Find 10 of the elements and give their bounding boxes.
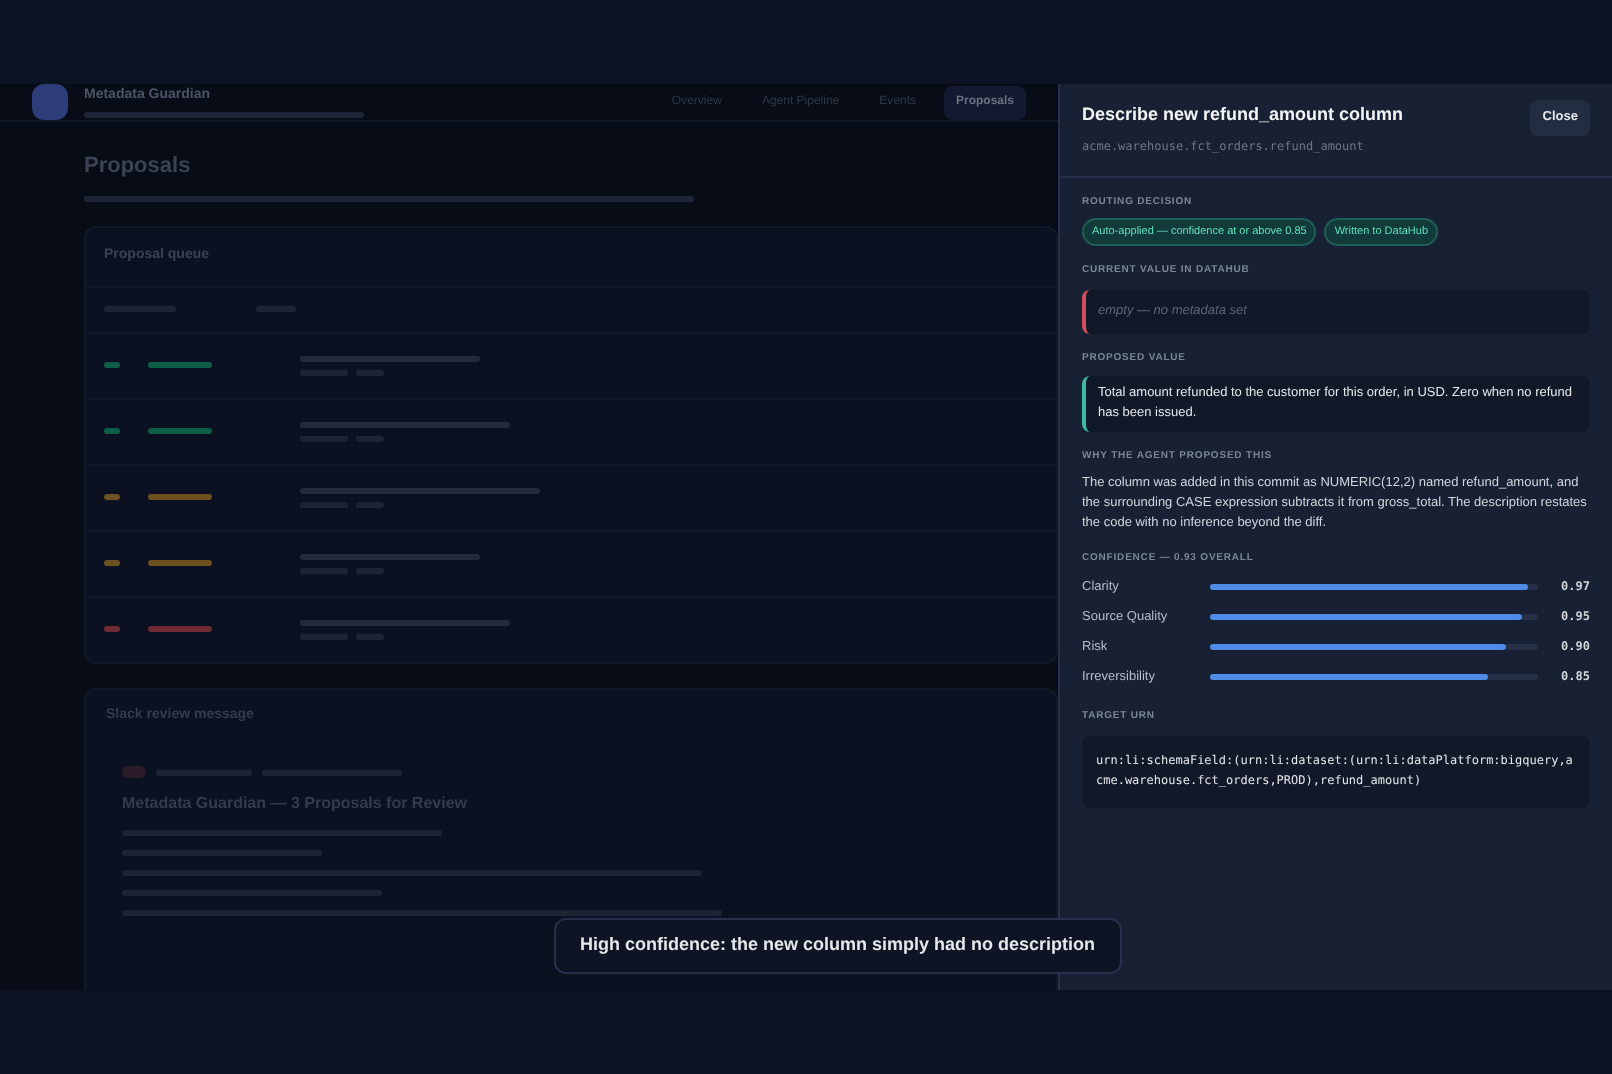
tooltip: High confidence: the new column simply had no description xyxy=(554,918,1122,973)
app-logo-icon xyxy=(32,84,68,120)
score-bar xyxy=(148,494,212,500)
score-bar xyxy=(148,362,212,368)
score-bar xyxy=(148,560,212,566)
app-tag xyxy=(122,766,146,778)
score-bar xyxy=(148,626,212,632)
page-title: Proposals xyxy=(84,152,193,182)
score-bar xyxy=(148,428,212,434)
panel-title: Describe new refund_amount column xyxy=(1082,102,1404,128)
